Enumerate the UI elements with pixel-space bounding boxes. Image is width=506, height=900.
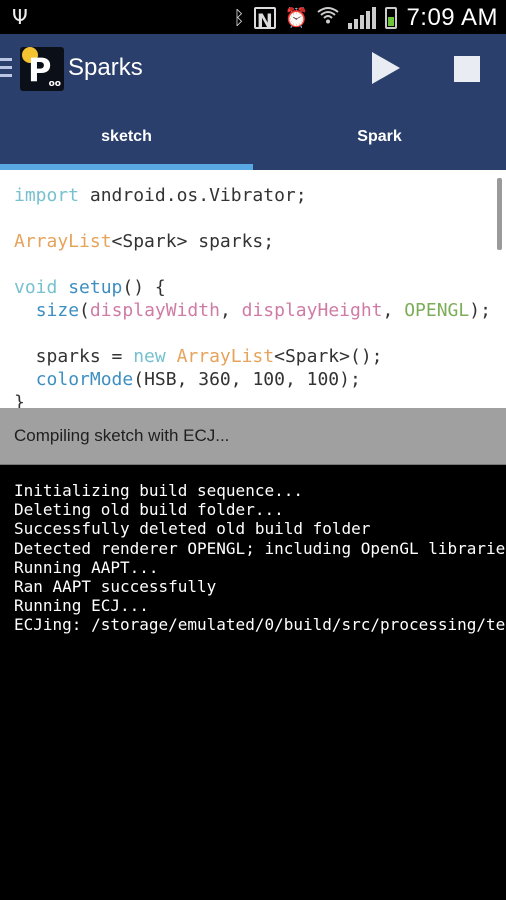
code-line[interactable]: sparks = new ArrayList<Spark>(); <box>14 346 383 367</box>
code-line[interactable]: import android.os.Vibrator; <box>14 185 307 206</box>
build-status-bar: Compiling sketch with ECJ... <box>0 408 506 464</box>
code-line[interactable]: void setup() { <box>14 277 166 298</box>
status-time: 7:09 AM <box>406 4 498 31</box>
console-line: Ran AAPT successfully <box>14 577 217 596</box>
run-button[interactable] <box>372 52 400 84</box>
app-logo[interactable]: P oo <box>20 47 64 91</box>
status-bar: Ψ ᛒ N ⏰ 7:09 AM <box>0 0 506 34</box>
code-line[interactable]: ArrayList<Spark> sparks; <box>14 231 274 252</box>
signal-icon <box>348 7 377 29</box>
usb-icon: Ψ <box>12 5 28 29</box>
console-line: Running AAPT... <box>14 557 159 577</box>
editor-scrollbar[interactable] <box>497 178 502 250</box>
drawer-menu-icon[interactable] <box>0 58 12 82</box>
code-line[interactable]: colorMode(HSB, 360, 100, 100); <box>14 369 361 390</box>
app-bar: P oo Sparks <box>0 34 506 106</box>
console-line: Successfully deleted old build folder <box>14 519 371 539</box>
code-editor[interactable]: import android.os.Vibrator; ArrayList<Sp… <box>0 170 506 408</box>
nfc-icon: N <box>253 7 276 32</box>
alarm-icon: ⏰ <box>284 7 309 29</box>
console-line: Initializing build sequence... <box>14 481 303 500</box>
console-line: Detected renderer OPENGL; including Open… <box>14 538 506 558</box>
app-title: Sparks <box>68 54 143 81</box>
battery-charging-icon <box>385 7 398 29</box>
console-line: ECJing: /storage/emulated/0/build/src/pr… <box>14 615 506 635</box>
stop-button[interactable] <box>454 56 480 82</box>
tab-sketch[interactable]: sketch <box>0 106 253 170</box>
code-line[interactable]: } <box>14 392 25 408</box>
wifi-icon <box>317 6 340 30</box>
code-text[interactable]: import android.os.Vibrator; ArrayList<Sp… <box>14 184 491 408</box>
console-line: Deleting old build folder... <box>14 500 284 520</box>
tab-spark[interactable]: Spark <box>253 106 506 170</box>
bluetooth-icon: ᛒ <box>233 7 245 29</box>
status-icons: ᛒ N ⏰ 7:09 AM <box>233 4 498 32</box>
console-line: Running ECJ... <box>14 596 149 616</box>
code-line[interactable]: size(displayWidth, displayHeight, OPENGL… <box>14 300 491 321</box>
build-status-text: Compiling sketch with ECJ... <box>14 426 230 445</box>
console-output[interactable]: Initializing build sequence... Deleting o… <box>0 464 506 900</box>
tab-bar: sketch Spark <box>0 106 506 170</box>
